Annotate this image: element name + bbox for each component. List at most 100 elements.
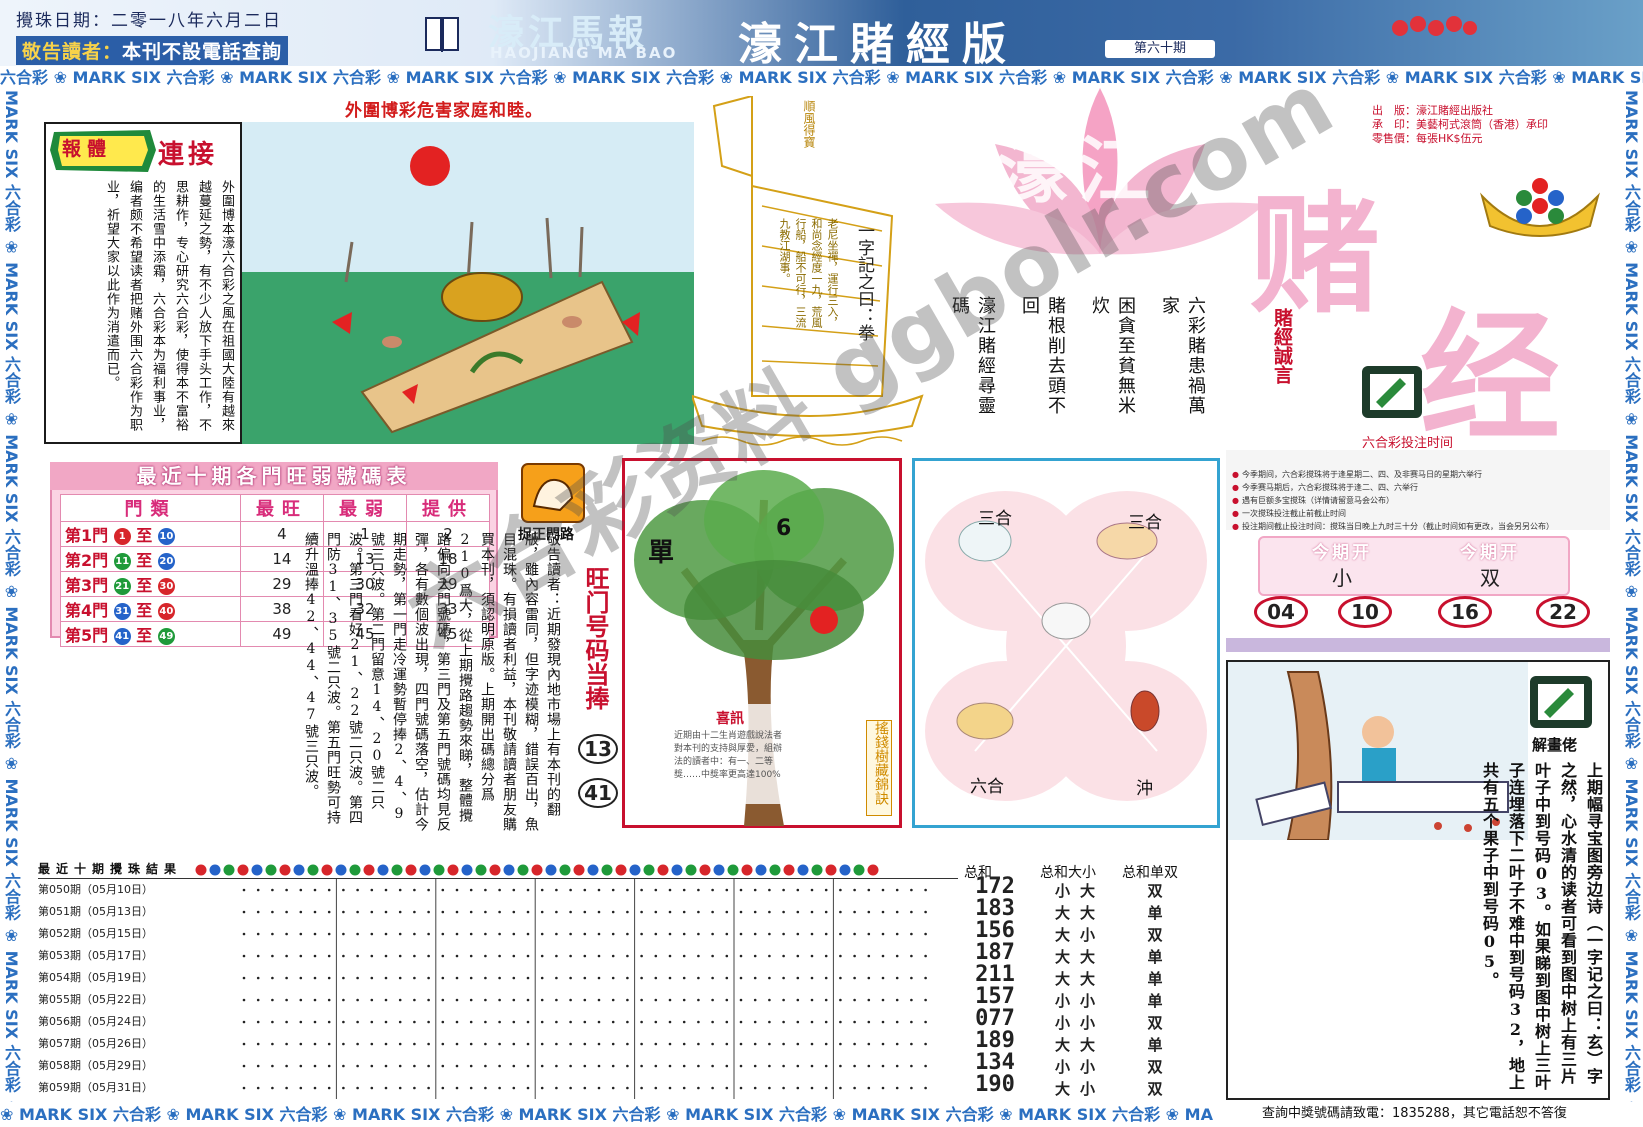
gate-name: 第1門 [65, 526, 109, 545]
grid-dot [768, 998, 771, 1002]
grid-dot [427, 1020, 430, 1024]
grid-dot [285, 976, 288, 980]
grid-dot [711, 1086, 714, 1090]
grid-dot [924, 1020, 927, 1024]
grid-dot [640, 888, 643, 892]
grid-dot [640, 976, 643, 980]
grid-dot [796, 954, 800, 958]
grid-dot [824, 932, 828, 936]
zodiac-label: 三合 [978, 509, 1012, 529]
grid-dot [697, 932, 700, 936]
grid-dot [839, 998, 842, 1002]
grid-dot [895, 932, 899, 936]
grid-dot [370, 1086, 374, 1090]
grid-dot [597, 888, 601, 892]
grid-dot [853, 1020, 856, 1024]
grid-dot [484, 910, 487, 914]
number-ball-icon [433, 864, 445, 875]
grid-dot [498, 1042, 501, 1046]
number-ball-icon [517, 864, 529, 875]
grid-dot [597, 954, 601, 958]
grid-dot [484, 1086, 487, 1090]
grid-dot [810, 1020, 814, 1024]
grid-dot [924, 888, 927, 892]
grid-dot [413, 1064, 416, 1068]
grid-dot [242, 910, 246, 914]
ball-number-strip [195, 864, 879, 875]
grid-dot [626, 1086, 629, 1090]
grid-dot [327, 1086, 331, 1090]
grid-dot [782, 1042, 785, 1046]
number-ball-icon [335, 864, 347, 875]
hot-number-1: 13 [578, 734, 618, 764]
table-row: 第057期（05月26日） [38, 1033, 958, 1055]
betting-times-list: 今季期间，六合彩搅珠将于逢星期二、四、及非赛马日的星期六举行 今季赛马期后，六合… [1232, 468, 1602, 533]
tree-side-label: 搖錢樹藏錦訣 [866, 720, 892, 816]
grid-dot [469, 976, 473, 980]
grid-dot [782, 998, 785, 1002]
grid-dot [895, 1020, 899, 1024]
grid-dot [398, 1020, 402, 1024]
grid-dot [583, 998, 587, 1002]
number-ball-icon [447, 864, 459, 875]
grid-dot [739, 976, 743, 980]
grid-dot [824, 998, 828, 1002]
grid-dot [370, 998, 374, 1002]
grid-dot [768, 954, 771, 958]
grid-dot [867, 1020, 871, 1024]
grid-dot [441, 888, 445, 892]
grid-dot [768, 1064, 771, 1068]
grid-dot [654, 976, 658, 980]
logo-english: HAOJIANG MA BAO [490, 44, 678, 62]
grid-dot [242, 998, 246, 1002]
grid-dot [327, 1042, 331, 1046]
grid-dot [285, 1020, 288, 1024]
number-ball-icon [783, 864, 795, 875]
grid-dot [356, 954, 359, 958]
grid-dot [256, 1064, 260, 1068]
grid-dot [327, 998, 331, 1002]
grid-dot [895, 1042, 899, 1046]
good-news-card: 喜訊 近期由十二生肖遊戲說法者對本刊的支持與厚愛，組辦法的讀者中：有一、二等獎…… [670, 704, 790, 804]
grid-dot [611, 954, 615, 958]
range-start-ball: 1 [113, 528, 131, 545]
grid-dot [867, 910, 871, 914]
grid-dot [469, 1064, 473, 1068]
grid-dot [782, 910, 785, 914]
grid-dot [356, 932, 359, 936]
grid-dot [739, 910, 743, 914]
grid-dot [768, 1020, 771, 1024]
grid-dot [895, 1086, 899, 1090]
number-ball-icon [237, 864, 249, 875]
grid-dot [611, 1020, 615, 1024]
grid-dot [682, 1086, 686, 1090]
number-ball-icon [461, 864, 473, 875]
grid-dot [640, 932, 643, 936]
grid-dot [640, 1042, 643, 1046]
grid-dot [342, 910, 345, 914]
grid-dot [299, 1042, 303, 1046]
sum-odd-value: 双 [1147, 882, 1163, 900]
grid-dot [853, 910, 856, 914]
number-ball-icon [769, 864, 781, 875]
grid-dot [398, 998, 402, 1002]
grid-dot [299, 910, 303, 914]
grid-dot [569, 1086, 572, 1090]
hand-pen-icon [1362, 366, 1422, 418]
grid-dot [782, 932, 785, 936]
grid-dot [313, 1020, 317, 1024]
draw-dots [242, 967, 927, 989]
grid-dot [271, 932, 274, 936]
grid-dot [540, 998, 544, 1002]
grid-dot [555, 932, 558, 936]
gate-cell: 第5門 41 至 49 [60, 621, 241, 647]
grid-dot [271, 888, 274, 892]
grid-dot [753, 1042, 757, 1046]
slogan: 外圍博彩危害家庭和睦。 [345, 101, 543, 121]
issue-number: 第六十期 [1105, 40, 1215, 58]
hotline-text: 查詢中獎號碼請致電：1835288，其它電話恕不答復 [1262, 1106, 1567, 1121]
grid-dot [725, 998, 729, 1002]
grid-dot [569, 888, 572, 892]
sum-odd-value: 单 [1147, 1036, 1163, 1054]
grid-dot [711, 998, 714, 1002]
